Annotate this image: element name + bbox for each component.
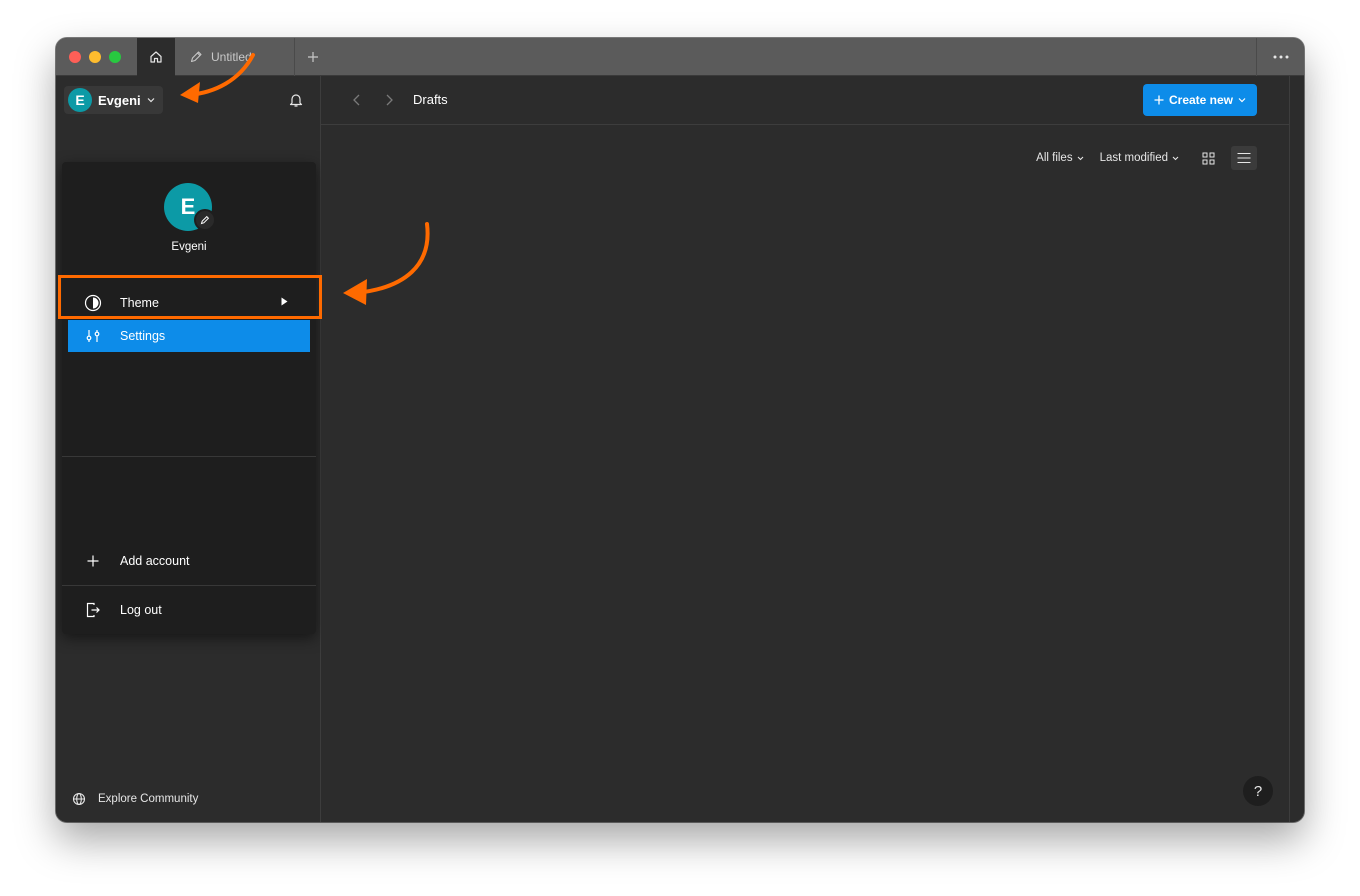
main-content: Drafts Create new All files Last modifie… — [321, 76, 1289, 822]
chevron-down-icon — [1077, 156, 1083, 160]
menu-item-settings-label: Settings — [120, 329, 166, 343]
all-files-label: All files — [1036, 152, 1073, 164]
menu-item-log-out[interactable]: Log out — [68, 594, 310, 626]
more-options-button[interactable] — [1256, 38, 1304, 76]
account-dropdown-menu: E Evgeni Theme Settings Add account Log … — [62, 162, 316, 634]
menu-divider — [62, 456, 316, 457]
create-new-label: Create new — [1168, 93, 1234, 107]
dropdown-user-name: Evgeni — [171, 241, 207, 253]
app-window: Untitled E Evgeni Explore Community E Ev… — [56, 38, 1304, 822]
chevron-left-icon[interactable] — [349, 92, 365, 108]
pen-file-icon — [190, 51, 202, 63]
submenu-arrow-icon — [281, 297, 288, 306]
all-files-filter[interactable]: All files — [1036, 152, 1083, 164]
plus-icon — [1154, 95, 1164, 105]
plus-icon — [87, 555, 99, 567]
minimize-window-button[interactable] — [89, 51, 101, 63]
contrast-icon — [84, 294, 102, 312]
notifications-button[interactable] — [286, 90, 306, 110]
window-right-edge — [1289, 76, 1304, 822]
chevron-right-icon[interactable] — [381, 92, 397, 108]
sort-label: Last modified — [1099, 152, 1168, 164]
file-filters: All files Last modified — [1036, 146, 1257, 170]
menu-item-theme[interactable]: Theme — [68, 287, 310, 319]
chevron-down-icon — [1238, 98, 1246, 103]
menu-item-settings[interactable]: Settings — [68, 320, 310, 352]
main-topbar: Drafts Create new — [321, 76, 1289, 125]
menu-item-add-account[interactable]: Add account — [68, 545, 310, 577]
page-title: Drafts — [413, 92, 448, 107]
home-tab[interactable] — [137, 38, 175, 76]
plus-icon — [308, 52, 318, 62]
menu-item-theme-label: Theme — [120, 296, 159, 310]
explore-community-label: Explore Community — [98, 793, 199, 805]
create-new-button[interactable]: Create new — [1143, 84, 1257, 116]
home-icon — [150, 51, 162, 63]
account-switcher-button[interactable]: E Evgeni — [64, 86, 163, 114]
bell-icon — [289, 94, 303, 107]
explore-community-link[interactable]: Explore Community — [72, 792, 198, 806]
menu-item-log-out-label: Log out — [120, 603, 162, 617]
close-window-button[interactable] — [69, 51, 81, 63]
new-tab-button[interactable] — [302, 46, 324, 68]
list-icon — [1237, 152, 1251, 164]
title-bar: Untitled — [56, 38, 1304, 76]
edit-avatar-button[interactable] — [194, 209, 216, 231]
sliders-icon — [86, 330, 100, 342]
grid-icon — [1202, 152, 1214, 164]
grid-view-button[interactable] — [1195, 146, 1221, 170]
chevron-down-icon — [1172, 156, 1179, 160]
list-view-button[interactable] — [1231, 146, 1257, 170]
sort-dropdown[interactable]: Last modified — [1100, 152, 1179, 164]
pencil-icon — [200, 215, 210, 225]
globe-icon — [72, 792, 86, 806]
zoom-window-button[interactable] — [109, 51, 121, 63]
avatar: E — [68, 88, 92, 112]
help-button[interactable]: ? — [1243, 776, 1273, 806]
file-tab-label: Untitled — [211, 50, 252, 64]
account-name: Evgeni — [98, 92, 141, 108]
logout-icon — [86, 602, 100, 618]
sidebar: E Evgeni Explore Community E Evgeni Them… — [56, 76, 321, 822]
menu-divider — [62, 585, 316, 586]
more-horizontal-icon — [1273, 55, 1288, 59]
file-tab-untitled[interactable]: Untitled — [175, 38, 295, 76]
chevron-down-icon — [147, 98, 155, 103]
menu-item-add-account-label: Add account — [120, 554, 190, 568]
